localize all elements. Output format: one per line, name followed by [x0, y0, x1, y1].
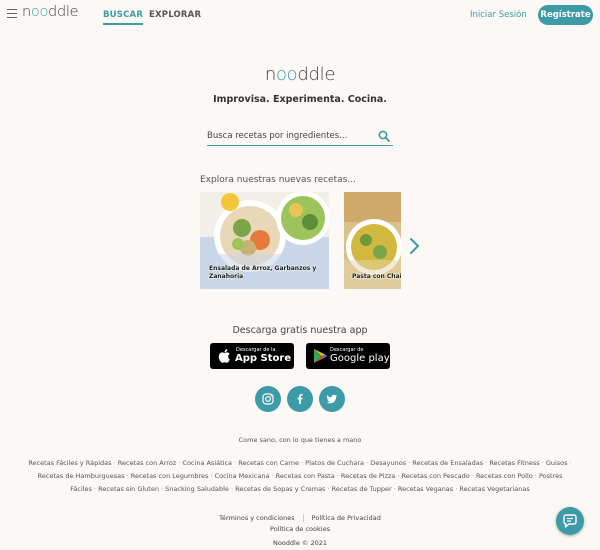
recipe-card[interactable]: Pasta con Chai [344, 192, 401, 289]
copyright: Nooddle © 2021 [272, 539, 328, 547]
recipe-category-link[interactable]: Recetas Fitness [489, 459, 539, 467]
search-bar [207, 128, 393, 146]
terms-link[interactable]: Términos y condiciones [219, 514, 295, 522]
facebook-icon [297, 394, 303, 404]
recipe-category-link[interactable]: Recetas de Pizza [341, 472, 395, 480]
login-link[interactable]: Iniciar Sesión [470, 10, 527, 20]
twitter-icon [326, 394, 337, 404]
recipe-category-link[interactable]: Cocina Mexicana [215, 472, 270, 480]
explore-heading: Explora nuestras nuevas recetas... [200, 175, 356, 185]
recipe-category-link[interactable]: Recetas con Arroz [118, 459, 176, 467]
recipe-category-link[interactable]: Recetas de Sopas y Cremas [235, 485, 325, 493]
chat-button[interactable] [556, 507, 584, 535]
instagram-icon [262, 393, 274, 405]
cookies-link[interactable]: Política de cookies [270, 525, 330, 533]
search-icon[interactable] [378, 130, 390, 142]
chat-icon [563, 514, 577, 528]
recipe-category-link[interactable]: Desayunos [370, 459, 406, 467]
hero-logo: nooddle [264, 64, 336, 85]
logo[interactable]: nooddle [22, 4, 79, 20]
recipe-category-link[interactable]: Recetas con Pescado [402, 472, 470, 480]
recipe-category-link[interactable]: Recetas de Ensaladas [412, 459, 483, 467]
recipe-category-link[interactable]: Snacking Saludable [165, 485, 229, 493]
facebook-button[interactable] [287, 386, 313, 412]
top-nav: nooddle BUSCAR EXPLORAR Iniciar Sesión R… [0, 0, 600, 30]
recipe-category-link[interactable]: Platos de Cuchara [305, 459, 364, 467]
recipe-card-title: Ensalada de Arroz, Garbanzos y Zanahoria [209, 265, 317, 280]
recipe-category-link[interactable]: Guisos [546, 459, 568, 467]
menu-icon[interactable] [7, 9, 17, 19]
recipe-category-link[interactable]: Recetas de Tupper [332, 485, 392, 493]
register-button[interactable]: Regístrate [538, 5, 593, 25]
recipe-category-link[interactable]: Recetas con Legumbres [131, 472, 209, 480]
recipe-category-link[interactable]: Recetas sin Gluten [98, 485, 159, 493]
google-play-button[interactable]: Descargar de Google play [306, 343, 390, 369]
chevron-right-icon[interactable] [407, 236, 421, 256]
google-play-label: Google play [330, 353, 390, 364]
recipe-category-link[interactable]: Recetas Fáciles y Rápidas [28, 459, 111, 467]
search-input[interactable] [207, 128, 372, 144]
app-store-button[interactable]: Descargar de la App Store [210, 343, 294, 369]
recipe-category-link[interactable]: Recetas con Carne [238, 459, 299, 467]
divider [302, 514, 304, 522]
recipe-category-link[interactable]: Recetas de Hamburguesas [38, 472, 125, 480]
recipe-category-link[interactable]: Recetas con Pollo [476, 472, 533, 480]
app-heading: Descarga gratis nuestra app [232, 325, 368, 336]
google-play-icon [314, 349, 327, 363]
tab-buscar[interactable]: BUSCAR [103, 10, 144, 25]
tagline: Improvisa. Experimenta. Cocina. [213, 94, 387, 105]
legal-links: Términos y condiciones Política de Privac… [0, 512, 600, 524]
instagram-button[interactable] [255, 386, 281, 412]
apple-icon [218, 349, 230, 363]
recipe-category-link[interactable]: Recetas Veganas [398, 485, 453, 493]
app-store-label: App Store [235, 353, 292, 364]
link-separator: · [567, 459, 572, 467]
recipe-category-link[interactable]: Recetas con Pasta [276, 472, 335, 480]
recipe-category-link[interactable]: Recetas Vegetarianas [459, 485, 529, 493]
tab-explorar[interactable]: EXPLORAR [149, 10, 201, 20]
recipe-category-link[interactable]: Cocina Asiática [182, 459, 232, 467]
cookies-row: Política de cookies [0, 525, 600, 533]
footer-motto: Come sano, con lo que tienes a mano [238, 436, 362, 444]
recipe-card-title: Pasta con Chai [352, 273, 401, 280]
twitter-button[interactable] [319, 386, 345, 412]
recipe-card[interactable]: Ensalada de Arroz, Garbanzos y Zanahoria [200, 192, 329, 289]
recipe-category-links: Recetas Fáciles y Rápidas · Recetas con … [28, 457, 572, 497]
privacy-link[interactable]: Política de Privacidad [312, 514, 381, 522]
